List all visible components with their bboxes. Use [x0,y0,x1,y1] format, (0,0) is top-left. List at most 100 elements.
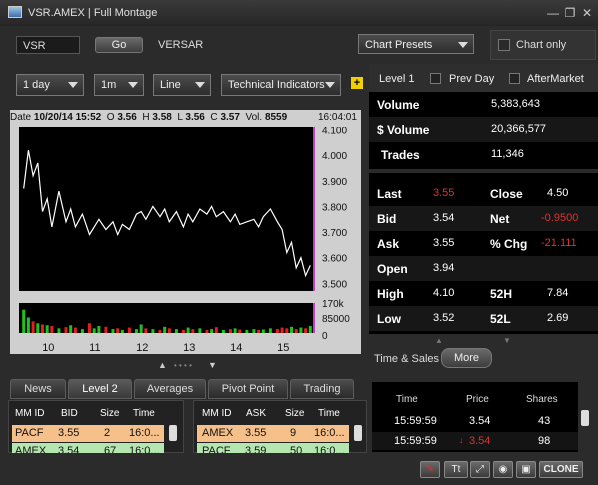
high-label: H [142,112,150,123]
scrollbar-thumb[interactable] [581,410,589,426]
volume-bar [191,329,195,333]
high-row: High 4.10 52H 7.84 [369,281,598,306]
tab-pivot-point[interactable]: Pivot Point [208,379,288,399]
expand-icon[interactable]: ⤢ [470,461,490,478]
chart-ohlc-header: Date 10/20/14 15:52 O 3.56 H 3.58 L 3.56… [10,112,310,126]
camera-icon[interactable]: ▣ [516,461,536,478]
size-cell: 50 [290,445,303,453]
x-tick-label: 14 [230,342,242,352]
table-row[interactable]: PACF 3.55 2 16:0... [12,425,164,442]
close-button[interactable]: ✕ [580,6,594,20]
tab-level-2[interactable]: Level 2 [68,379,132,399]
chevron-down-icon [128,82,138,88]
style-value: Line [160,79,181,91]
volume-bar [257,329,261,333]
chart-presets-dropdown[interactable]: Chart Presets [358,34,474,54]
level1-title: Level 1 [379,73,415,85]
volume-bar [290,326,294,333]
company-name: VERSAR [158,39,204,51]
clone-button[interactable]: CLONE [539,461,583,478]
quote-scroll-up-icon[interactable]: ▲ [435,336,443,345]
volume-bar [97,326,101,333]
level2-ask-table: MM ID ASK Size Time AMEX 3.55 9 16:0... … [193,400,367,453]
y-tick-label: 4.000 [322,151,347,162]
dollar-volume-value: 20,366,577 [491,123,547,135]
table-row[interactable]: AMEX 3.54 67 16:0... [12,443,164,453]
x-tick-label: 10 [42,342,54,352]
volume-value: 8559 [264,112,288,123]
volume-bar [285,328,289,333]
close-value: 4.50 [547,187,569,199]
table-row[interactable]: 15:59:59 3.54 43 [372,412,578,430]
restore-button[interactable]: ❐ [563,6,577,20]
last-row: Last 3.55 Close 4.50 [369,181,598,206]
table-row[interactable]: PACF 3.59 50 16:0... [197,443,349,453]
interval-value: 1m [101,79,117,91]
bid-header-mmid: MM ID [15,408,45,419]
bid-label: Bid [377,212,397,226]
volume-bar [64,327,68,333]
globe-icon[interactable]: ◉ [493,461,513,478]
time-value: 15:52 [75,112,102,123]
pct-change-value: -21.111 [541,237,577,249]
symbol-input[interactable]: VSR [16,36,80,54]
ts-price-cell: 3.54 [469,435,491,447]
x-tick-label: 13 [183,342,195,352]
prev-day-checkbox[interactable] [430,73,441,84]
bid-cell: 3.55 [58,427,80,439]
style-dropdown[interactable]: Line [153,74,211,96]
add-indicator-icon[interactable]: + [351,77,363,89]
volume-value: 5,383,643 [491,98,540,110]
size-cell: 9 [290,427,297,439]
more-button[interactable]: More [441,348,492,368]
minimize-button[interactable]: — [546,6,560,20]
volume-bar [181,329,185,333]
y-tick-label: 3.600 [322,254,347,265]
period-dropdown[interactable]: 1 day [16,74,84,96]
volume-bar [186,327,190,333]
no-edit-icon[interactable]: ✎ [420,461,440,478]
technical-indicators-dropdown[interactable]: Technical Indicators [221,74,341,96]
scrollbar-thumb[interactable] [354,425,362,441]
tab-news[interactable]: News [10,379,66,399]
interval-dropdown[interactable]: 1m [94,74,144,96]
open-value: 3.56 [117,112,137,123]
volume-bar [228,329,232,333]
after-market-label: AfterMarket [527,73,584,85]
text-size-icon[interactable]: Tt [444,461,468,478]
price-chart[interactable]: 4.100 4.000 3.900 3.800 3.700 3.600 3.500 170k 8… [19,127,359,352]
ts-shares-cell: 98 [538,435,551,447]
ask-label: Ask [377,237,400,251]
chart-scroll-up-icon[interactable]: ▲ [158,360,167,370]
go-button[interactable]: Go [95,37,143,53]
volume-label: Vol. [245,112,263,123]
volume-bar [158,329,162,333]
last-label: Last [377,187,402,201]
level1-header: Level 1 Prev Day AfterMarket [369,64,598,92]
table-row[interactable]: AMEX 3.55 9 16:0... [197,425,349,442]
volume-bar [214,327,218,333]
volume-bar [280,327,284,333]
volume-bar [116,328,120,333]
low-label: L [177,112,183,123]
open-row: Open 3.94 [369,256,598,281]
volume-row: Volume 5,383,643 [369,92,598,117]
volume-bar [205,329,209,333]
close-label: Close [490,187,523,201]
mmid-cell: AMEX [15,445,47,453]
chart-scroll-down-icon[interactable]: ▼ [208,360,217,370]
52-week-high-label: 52H [490,287,513,301]
volume-bar [87,323,91,333]
trades-label: Trades [381,148,420,162]
open-label: Open [377,262,408,276]
after-market-checkbox[interactable] [509,73,520,84]
time-sales-table: Time Price Shares 15:59:59 3.54 43 15:59… [372,382,578,452]
quote-scroll-down-icon[interactable]: ▼ [503,336,511,345]
tab-trading[interactable]: Trading [290,379,354,399]
table-row[interactable]: 15:59:59 ↓ 3.54 98 [372,432,578,450]
ask-header-ask: ASK [246,408,267,419]
chart-only-checkbox[interactable] [498,39,510,51]
scrollbar-thumb[interactable] [169,425,177,441]
y-tick-label: 3.500 [322,279,347,290]
tab-averages[interactable]: Averages [134,379,206,399]
